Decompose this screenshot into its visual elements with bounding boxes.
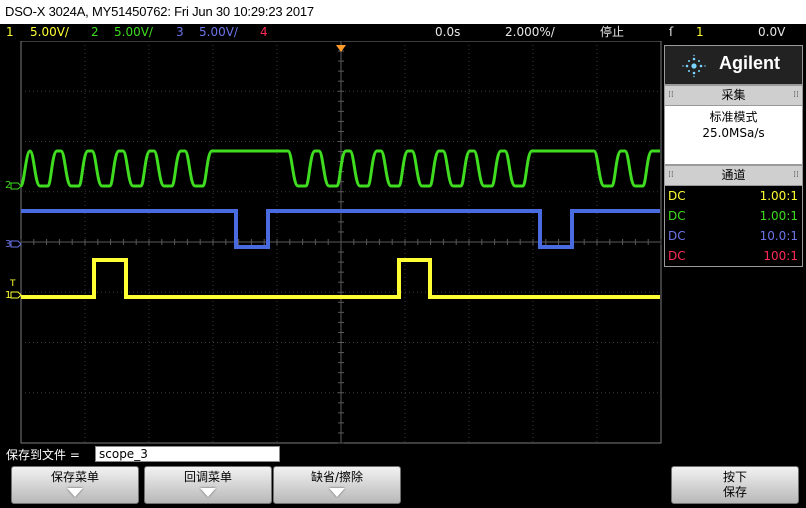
brand-name: Agilent	[719, 53, 780, 73]
softkey-label: 保存菜单	[50, 470, 99, 484]
softkey-label: 按下	[722, 470, 747, 484]
arrow-down-icon	[329, 488, 345, 497]
trigger-source[interactable]: 1	[696, 24, 704, 41]
channels-box[interactable]: ⁞⁞ 通道 ⁞⁞ DC 1.00:1 DC 1.00:1 DC 10.0:1 D…	[664, 165, 803, 267]
run-state[interactable]: 停止	[600, 24, 624, 41]
ch4-probe-ratio: 100:1	[763, 249, 798, 263]
acquisition-mode: 标准模式	[709, 110, 758, 124]
ch3-ground-marker[interactable]: 3	[5, 239, 11, 250]
ch2-ground-marker[interactable]: 2	[5, 180, 11, 191]
softkey-bar: 保存菜单 回调菜单 缺省/擦除 按下 保存	[0, 464, 806, 508]
time-scale[interactable]: 2.000%/	[505, 24, 555, 41]
channels-header: ⁞⁞ 通道 ⁞⁞	[665, 166, 802, 186]
acquisition-box[interactable]: ⁞⁞ 采集 ⁞⁞ 标准模式 25.0MSa/s	[664, 85, 803, 165]
window-title: DSO-X 3024A, MY51450762: Fri Jun 30 10:2…	[0, 0, 806, 24]
info-panel: Agilent ⁞⁞ 采集 ⁞⁞ 标准模式 25.0MSa/s ⁞⁞ 通道 ⁞⁞…	[664, 45, 803, 295]
ch1-number[interactable]: 1	[6, 24, 14, 41]
trigger-level-marker[interactable]: T	[9, 279, 16, 289]
grip-dots-icon: ⁞⁞	[668, 170, 674, 180]
channels-title: 通道	[721, 168, 746, 182]
filename-field[interactable]: scope_3	[95, 446, 280, 462]
ch2-marker-arrow	[10, 182, 22, 190]
arrow-down-icon	[200, 488, 216, 497]
trigger-edge-icon: ſ	[669, 25, 674, 39]
press-to-save-softkey[interactable]: 按下 保存	[671, 466, 799, 504]
ch2-probe-ratio: 1.00:1	[759, 209, 798, 223]
ch3-scale[interactable]: 5.00V/	[199, 24, 238, 41]
softkey-sublabel: 保存	[722, 485, 747, 499]
sample-rate: 25.0MSa/s	[702, 126, 765, 140]
save-menu-softkey[interactable]: 保存菜单	[11, 466, 139, 504]
agilent-spark-icon	[682, 54, 706, 78]
ch2-scale[interactable]: 5.00V/	[114, 24, 153, 41]
ch1-probe-ratio: 1.00:1	[759, 189, 798, 203]
ch2-coupling: DC	[668, 209, 686, 223]
ch1-coupling: DC	[668, 189, 686, 203]
acquisition-header: ⁞⁞ 采集 ⁞⁞	[665, 86, 802, 106]
save-to-file-label: 保存到文件 =	[6, 448, 80, 462]
ch3-probe-ratio: 10.0:1	[759, 229, 798, 243]
ch3-coupling: DC	[668, 229, 686, 243]
ch1-ground-marker[interactable]: 1	[5, 290, 11, 301]
ch2-number[interactable]: 2	[91, 24, 99, 41]
recall-menu-softkey[interactable]: 回调菜单	[144, 466, 272, 504]
save-bar: 保存到文件 = scope_3	[0, 445, 806, 464]
brand-box: Agilent	[664, 45, 803, 85]
grip-dots-icon: ⁞⁞	[668, 90, 674, 100]
trigger-level[interactable]: 0.0V	[758, 24, 785, 41]
channel-row-2[interactable]: DC 1.00:1	[665, 206, 802, 226]
grip-dots-icon: ⁞⁞	[793, 90, 799, 100]
softkey-label: 缺省/擦除	[310, 470, 364, 484]
ch4-number[interactable]: 4	[260, 24, 268, 41]
ch3-number[interactable]: 3	[176, 24, 184, 41]
arrow-down-icon	[67, 488, 83, 497]
ch1-scale[interactable]: 5.00V/	[30, 24, 69, 41]
ch1-marker-arrow	[10, 291, 22, 299]
acquisition-title: 采集	[721, 88, 746, 102]
channel-row-1[interactable]: DC 1.00:1	[665, 186, 802, 206]
grip-dots-icon: ⁞⁞	[793, 170, 799, 180]
ch3-marker-arrow	[10, 240, 22, 248]
default-erase-softkey[interactable]: 缺省/擦除	[273, 466, 401, 504]
time-offset[interactable]: 0.0s	[435, 24, 460, 41]
channel-row-3[interactable]: DC 10.0:1	[665, 226, 802, 246]
channel-row-4[interactable]: DC 100:1	[665, 246, 802, 266]
softkey-label: 回调菜单	[183, 470, 232, 484]
waveform-display[interactable]: 2 3 1 T	[0, 41, 664, 445]
channel-status-bar: 1 5.00V/ 2 5.00V/ 3 5.00V/ 4 0.0s 2.000%…	[0, 24, 806, 41]
ch4-coupling: DC	[668, 249, 686, 263]
ground-markers: 2 3 1 T	[5, 180, 22, 301]
